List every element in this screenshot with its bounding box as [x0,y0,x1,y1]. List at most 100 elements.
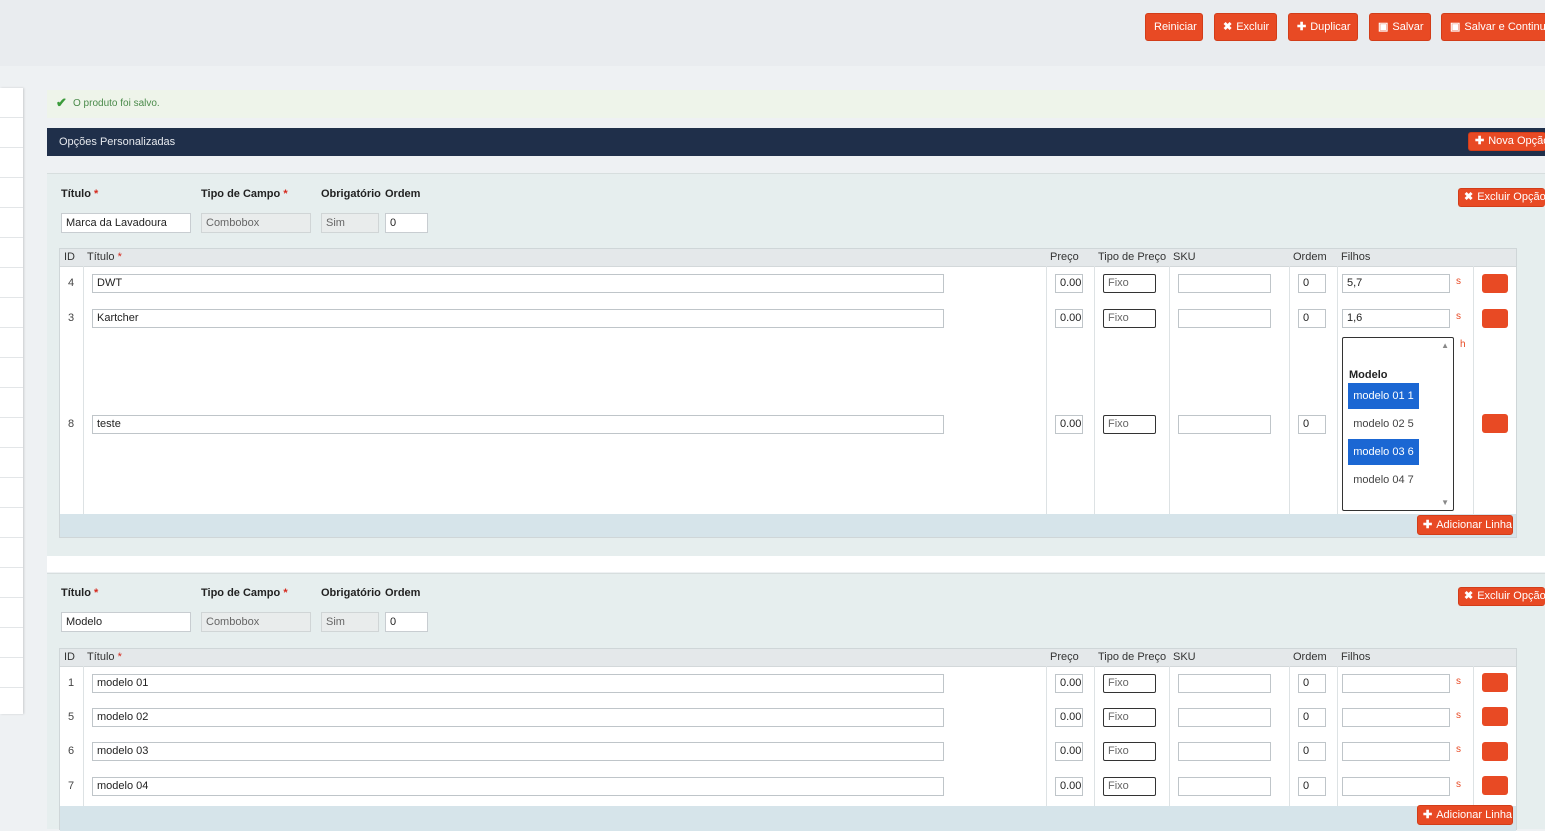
delete-option-button[interactable]: ✖ Excluir Opção [1458,188,1545,207]
row-title-input[interactable]: DWT [92,274,944,293]
row-price-input[interactable]: 0.00 [1055,309,1083,328]
option-title-input[interactable]: Modelo [61,612,191,632]
save-button[interactable]: ▣ Salvar [1369,13,1431,41]
row-price-type-select[interactable]: Fixo [1103,415,1156,434]
delete-row-button[interactable] [1482,673,1508,692]
field-type-select[interactable]: Combobox [201,612,311,632]
delete-row-button[interactable] [1482,707,1508,726]
scroll-down-icon[interactable]: ▼ [1441,498,1449,507]
multiselect-option[interactable]: modelo 04 7 [1348,467,1419,493]
row-order-input[interactable]: 0 [1298,274,1326,293]
row-order-input[interactable]: 0 [1298,309,1326,328]
row-price-type-select[interactable]: Fixo [1103,274,1156,293]
row-price-input[interactable]: 0.00 [1055,415,1083,434]
row-id: 1 [68,677,75,689]
nav-divider [0,357,23,358]
col-order: Ordem [1293,651,1327,663]
row-price-input[interactable]: 0.00 [1055,674,1083,693]
row-sku-input[interactable] [1178,274,1271,293]
multiselect-option[interactable]: modelo 03 6 [1348,439,1419,465]
section-title: Opções Personalizadas [59,136,176,148]
delete-row-button[interactable] [1482,414,1508,433]
title-label: Título * [61,587,99,599]
col-id: ID [64,651,75,663]
row-sku-input[interactable] [1178,415,1271,434]
row-order-input[interactable]: 0 [1298,708,1326,727]
row-price-type-select[interactable]: Fixo [1103,309,1156,328]
row-title-input[interactable]: modelo 01 [92,674,944,693]
row-title-input[interactable]: modelo 02 [92,708,944,727]
success-message-text: O produto foi salvo. [73,98,160,109]
row-sku-input[interactable] [1178,708,1271,727]
required-select[interactable]: Sim [321,612,379,632]
nav-divider [0,507,23,508]
row-title-input[interactable]: modelo 03 [92,742,944,761]
column-divider [1473,666,1474,806]
duplicate-button[interactable]: ✚ Duplicar [1288,13,1358,41]
required-select[interactable]: Sim [321,213,379,233]
option-title-input[interactable]: Marca da Lavadoura [61,213,191,233]
side-navigation [0,88,23,714]
row-children-input[interactable]: 1,6 [1342,309,1450,328]
row-children-input[interactable] [1342,777,1450,796]
row-title-input[interactable]: modelo 04 [92,777,944,796]
nav-divider [0,177,23,178]
delete-button[interactable]: ✖ Excluir [1214,13,1277,41]
row-price-input[interactable]: 0.00 [1055,708,1083,727]
row-title-input[interactable]: Kartcher [92,309,944,328]
children-multiselect[interactable]: ▲ Modelo modelo 01 1 modelo 02 5 modelo … [1342,337,1454,511]
row-order-input[interactable]: 0 [1298,742,1326,761]
scroll-up-icon[interactable]: ▲ [1441,341,1449,350]
panel-separator [47,556,1545,572]
row-price-input[interactable]: 0.00 [1055,274,1083,293]
row-price-type-select[interactable]: Fixo [1103,742,1156,761]
nav-divider [0,627,23,628]
row-children-input[interactable] [1342,674,1450,693]
row-order-input[interactable]: 0 [1298,415,1326,434]
nav-divider [0,117,23,118]
row-price-input[interactable]: 0.00 [1055,777,1083,796]
save-continue-button[interactable]: ▣Salvar e Continuar [1441,13,1545,41]
column-divider [1046,666,1047,806]
row-children-input[interactable] [1342,742,1450,761]
column-divider [83,666,84,806]
option-order-input[interactable]: 0 [385,213,428,233]
row-children-input[interactable]: 5,7 [1342,274,1450,293]
row-price-input[interactable]: 0.00 [1055,742,1083,761]
row-price-type-select[interactable]: Fixo [1103,674,1156,693]
row-id: 6 [68,745,75,757]
field-type-select[interactable]: Combobox [201,213,311,233]
col-sku: SKU [1173,651,1196,663]
column-divider [1046,266,1047,514]
row-mark: s [1456,311,1461,322]
col-price: Preço [1050,251,1079,263]
row-order-input[interactable]: 0 [1298,674,1326,693]
delete-row-button[interactable] [1482,309,1508,328]
multiselect-option[interactable]: modelo 01 1 [1348,383,1419,409]
row-price-type-select[interactable]: Fixo [1103,708,1156,727]
row-sku-input[interactable] [1178,777,1271,796]
row-sku-input[interactable] [1178,742,1271,761]
custom-options-header: Opções Personalizadas ✚ Nova Opção [47,128,1545,156]
delete-option-button[interactable]: ✖ Excluir Opção [1458,587,1545,606]
add-row-button[interactable]: ✚ Adicionar Linha [1417,805,1513,825]
nav-divider [0,447,23,448]
col-order: Ordem [1293,251,1327,263]
add-row-button[interactable]: ✚ Adicionar Linha [1417,515,1513,535]
row-sku-input[interactable] [1178,309,1271,328]
row-price-type-select[interactable]: Fixo [1103,777,1156,796]
multiselect-option[interactable]: modelo 02 5 [1348,411,1419,437]
delete-row-button[interactable] [1482,742,1508,761]
nav-divider [0,537,23,538]
row-order-input[interactable]: 0 [1298,777,1326,796]
row-mark: s [1456,779,1461,790]
delete-row-button[interactable] [1482,776,1508,795]
new-option-button[interactable]: ✚ Nova Opção [1468,132,1545,151]
reset-button[interactable]: Reiniciar [1145,13,1203,41]
row-children-input[interactable] [1342,708,1450,727]
delete-row-button[interactable] [1482,274,1508,293]
row-sku-input[interactable] [1178,674,1271,693]
row-id: 3 [68,312,75,324]
row-title-input[interactable]: teste [92,415,944,434]
option-order-input[interactable]: 0 [385,612,428,632]
